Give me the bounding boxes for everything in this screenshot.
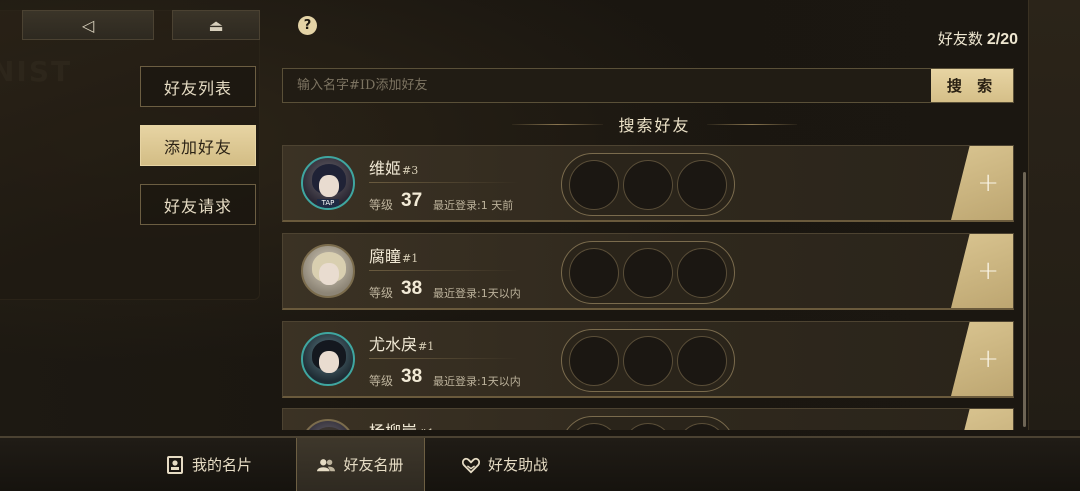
level-label: 等级 <box>369 198 394 212</box>
avatar: TAP <box>301 156 355 210</box>
support-slot <box>569 335 619 386</box>
add-friend-button[interactable]: + <box>951 322 1013 396</box>
name-divider <box>369 270 519 271</box>
plus-icon: + <box>977 344 999 374</box>
player-name: 杨柳岸#1 <box>369 418 434 430</box>
avatar-face <box>319 351 339 373</box>
search-bar: 搜 索 <box>282 68 1014 103</box>
back-icon: ◁ <box>81 15 95 35</box>
level-label: 等级 <box>369 286 394 300</box>
support-slot <box>677 335 727 386</box>
support-slots <box>561 416 735 430</box>
support-slot <box>623 247 673 298</box>
add-friend-button[interactable]: + <box>951 234 1013 308</box>
add-friend-button[interactable]: + <box>951 409 1013 430</box>
friend-card: 尤水戾#1 等级 38 最近登录:1天以内 + <box>282 321 1014 398</box>
player-name-text: 尤水戾 <box>369 335 418 354</box>
side-nav-friend-requests[interactable]: 好友请求 <box>140 184 256 225</box>
avatar <box>301 419 355 430</box>
tab-my-card[interactable]: 我的名片 <box>166 438 252 491</box>
support-slot <box>677 159 727 210</box>
avatar-badge: TAP <box>317 199 339 208</box>
player-tag: #1 <box>402 252 419 265</box>
support-slot <box>677 247 727 298</box>
support-slot <box>623 422 673 430</box>
player-tag: #1 <box>418 427 434 430</box>
support-slot <box>569 247 619 298</box>
tab-friend-assist-label: 好友助战 <box>488 456 549 474</box>
side-nav: 好友列表 添加好友 好友请求 <box>140 66 256 243</box>
support-slots <box>561 241 735 304</box>
help-icon[interactable]: ? <box>298 16 317 35</box>
divider-right <box>706 123 798 125</box>
player-name: 维姬#3 <box>369 155 418 179</box>
scrollbar[interactable] <box>1023 172 1026 427</box>
support-slots <box>561 329 735 392</box>
avatar-face <box>319 175 339 197</box>
last-login: 最近登录:1天以内 <box>433 287 521 300</box>
avatar <box>301 332 355 386</box>
support-slots <box>561 153 735 216</box>
support-slot <box>623 159 673 210</box>
divider-left <box>512 123 603 125</box>
friend-count-value: 2/20 <box>986 31 1018 48</box>
level-value: 38 <box>401 278 423 299</box>
friend-count: 好友数 2/20 <box>938 28 1018 49</box>
friends-icon <box>317 456 336 474</box>
level-label: 等级 <box>369 374 394 388</box>
support-slot <box>569 159 619 210</box>
last-login: 最近登录:1 天前 <box>433 199 514 212</box>
home-icon: ⏏ <box>208 15 224 35</box>
tab-friend-assist[interactable]: 好友助战 <box>462 438 548 491</box>
tab-my-card-label: 我的名片 <box>192 456 253 474</box>
friend-count-label: 好友数 <box>937 31 983 48</box>
player-name-text: 杨柳岸 <box>369 422 417 430</box>
avatar <box>301 244 355 298</box>
level-value: 38 <box>401 366 423 387</box>
section-title-text: 搜索好友 <box>618 116 691 135</box>
player-name: 尤水戾#1 <box>369 331 434 355</box>
player-name: 腐瞳#1 <box>369 243 418 267</box>
home-button[interactable]: ⏏ <box>172 10 260 40</box>
plus-icon: + <box>977 168 999 198</box>
tab-friend-roster[interactable]: 好友名册 <box>296 438 425 491</box>
heart-hands-icon <box>462 456 480 474</box>
search-input[interactable] <box>283 69 931 102</box>
support-slot <box>623 335 673 386</box>
friend-card: 腐瞳#1 等级 38 最近登录:1天以内 + <box>282 233 1014 310</box>
bottom-tab-bar: 我的名片 好友名册 好友助战 <box>0 436 1080 491</box>
section-title: 搜索好友 <box>512 113 798 135</box>
search-button[interactable]: 搜 索 <box>931 69 1013 102</box>
card-icon <box>166 455 184 474</box>
avatar-hair <box>312 427 346 430</box>
search-results-list[interactable]: TAP 维姬#3 等级 37 最近登录:1 天前 + 腐瞳#1 等级 38 最近… <box>282 145 1016 430</box>
support-slot <box>569 422 619 430</box>
player-tag: #3 <box>402 164 419 177</box>
right-edge-decoration <box>1028 0 1080 430</box>
level-value: 37 <box>401 190 423 211</box>
tab-friend-roster-label: 好友名册 <box>343 456 404 474</box>
plus-icon: + <box>977 256 999 286</box>
add-friend-button[interactable]: + <box>951 146 1013 220</box>
background-watermark: NIST <box>0 55 73 88</box>
friend-card: 杨柳岸#1 + <box>282 408 1014 430</box>
avatar-face <box>319 263 339 285</box>
friend-card: TAP 维姬#3 等级 37 最近登录:1 天前 + <box>282 145 1014 222</box>
name-divider <box>369 358 519 359</box>
player-name-text: 腐瞳 <box>369 247 402 266</box>
last-login: 最近登录:1天以内 <box>433 375 521 388</box>
side-nav-add-friend[interactable]: 添加好友 <box>140 125 256 166</box>
support-slot <box>677 422 727 430</box>
player-tag: #1 <box>418 340 435 353</box>
name-divider <box>369 182 519 183</box>
side-nav-friend-list[interactable]: 好友列表 <box>140 66 256 107</box>
player-name-text: 维姬 <box>369 159 402 178</box>
back-button[interactable]: ◁ <box>22 10 154 40</box>
